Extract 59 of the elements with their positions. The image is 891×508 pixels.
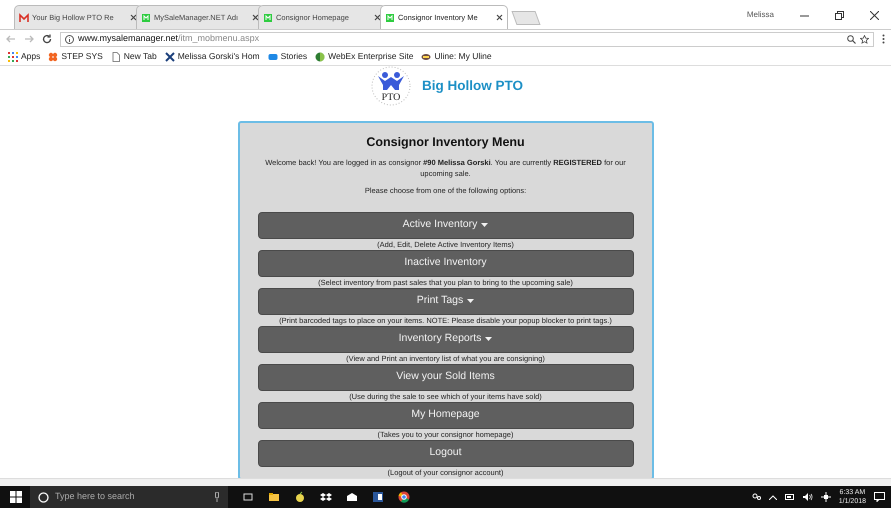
star-icon[interactable] xyxy=(860,34,869,44)
brand-name: Big Hollow PTO xyxy=(422,76,523,95)
mail-icon xyxy=(19,12,29,22)
notification-icon[interactable] xyxy=(874,492,885,502)
horizontal-scrollbar[interactable] xyxy=(0,478,891,486)
badge-icon xyxy=(421,52,432,62)
menu-button[interactable]: View your Sold Items xyxy=(258,364,634,391)
bookmark[interactable]: Melissa Gorski's Hom xyxy=(164,50,260,63)
menu-button[interactable]: Print Tags xyxy=(258,288,634,315)
restore-icon[interactable] xyxy=(835,10,844,20)
dropbox-icon[interactable] xyxy=(320,491,332,503)
zoom-icon[interactable] xyxy=(847,34,856,44)
chevron-up-icon[interactable] xyxy=(768,494,777,500)
menu-button[interactable]: Active Inventory xyxy=(258,212,634,239)
taskbar-search-field[interactable]: Type here to search xyxy=(30,486,228,508)
panel-title: Consignor Inventory Menu xyxy=(365,134,526,151)
task-view-icon[interactable] xyxy=(242,491,254,503)
search-icon xyxy=(38,492,49,502)
menu-button[interactable]: My Homepage xyxy=(258,402,634,429)
reload-icon[interactable] xyxy=(42,34,52,44)
globe-icon xyxy=(315,52,326,62)
word-icon[interactable] xyxy=(372,491,384,503)
close-icon[interactable] xyxy=(252,14,259,21)
lemon-icon[interactable] xyxy=(294,491,306,503)
bookmark[interactable]: Apps xyxy=(8,50,40,63)
menu-icon[interactable] xyxy=(882,34,885,44)
people-icon[interactable] xyxy=(752,492,761,502)
close-icon[interactable] xyxy=(496,14,503,21)
close-icon[interactable] xyxy=(130,14,137,21)
menu-button[interactable]: Logout xyxy=(258,440,634,467)
puzzle-icon xyxy=(48,52,58,62)
microphone-icon xyxy=(214,492,220,502)
site-icon xyxy=(263,12,273,22)
envelope-icon[interactable] xyxy=(346,491,358,503)
info-icon xyxy=(65,34,74,44)
windows-start-icon[interactable] xyxy=(10,491,22,503)
volume-icon[interactable] xyxy=(802,493,813,501)
apps-icon xyxy=(8,52,18,62)
network-icon[interactable] xyxy=(820,492,831,502)
site-icon xyxy=(141,12,151,22)
bookmark[interactable]: Uline: My Uline xyxy=(421,50,492,63)
bookmark[interactable]: Stories xyxy=(268,50,308,63)
user-name[interactable]: Melissa xyxy=(746,9,774,21)
battery-icon[interactable] xyxy=(784,494,795,500)
close-icon[interactable] xyxy=(870,10,879,20)
page-icon xyxy=(110,52,121,62)
cross-icon xyxy=(164,52,175,62)
bookmark[interactable]: New Tab xyxy=(110,50,157,63)
bookmark[interactable]: WebEx Enterprise Site xyxy=(315,50,414,63)
menu-button[interactable]: Inventory Reports xyxy=(258,326,634,353)
close-icon[interactable] xyxy=(374,14,381,21)
site-icon xyxy=(385,12,395,22)
cloud-icon xyxy=(268,52,278,62)
chrome-icon[interactable] xyxy=(398,491,410,503)
bookmark[interactable]: STEP SYS xyxy=(48,50,103,63)
url-text: www.mysalemanager.net/itm_mobmenu.aspx xyxy=(78,32,260,46)
folder-icon[interactable] xyxy=(268,491,280,503)
address-bar[interactable]: www.mysalemanager.net/itm_mobmenu.aspx xyxy=(60,32,874,46)
menu-button[interactable]: Inactive Inventory xyxy=(258,250,634,277)
